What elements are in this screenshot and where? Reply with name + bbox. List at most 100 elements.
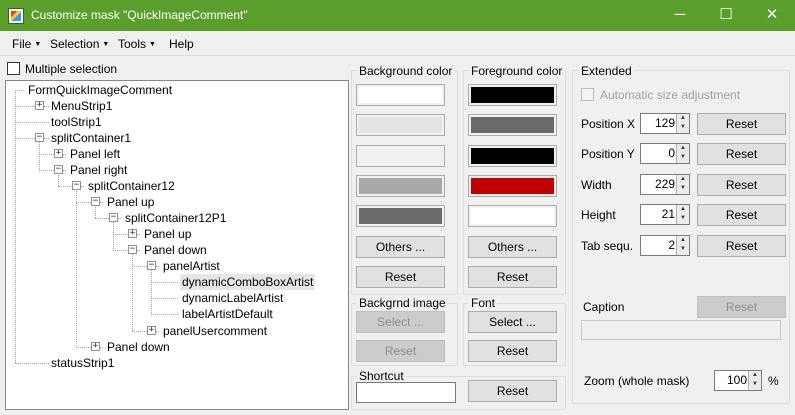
spin-buttons[interactable]: ▲ ▼ [676,205,689,224]
spin-up-icon[interactable]: ▲ [677,144,689,153]
window-title: Customize mask "QuickImageComment" [31,8,248,22]
tree-node[interactable]: Panel down [105,339,172,355]
foreground-swatch[interactable] [468,114,557,136]
height-stepper[interactable]: 21 ▲ ▼ [640,204,690,225]
spin-up-icon[interactable]: ▲ [749,371,761,380]
maximize-button[interactable]: ☐ [703,0,749,31]
tree-line [15,90,24,91]
close-button[interactable]: ✕ [749,0,795,31]
tree-node[interactable]: splitContainer1 [49,130,133,146]
shortcut-input[interactable] [356,382,456,403]
foreground-swatch[interactable] [468,84,557,106]
foreground-swatch[interactable] [468,145,557,167]
spin-down-icon[interactable]: ▼ [677,153,689,162]
tree-collapse-icon[interactable]: − [147,261,156,270]
tree-collapse-icon[interactable]: − [35,133,44,142]
background-image-title: Backgrnd image [357,296,448,310]
menu-help[interactable]: Help [169,37,194,51]
foreground-reset-button[interactable]: Reset [468,266,557,288]
spin-up-icon[interactable]: ▲ [677,175,689,184]
multiple-selection-label: Multiple selection [25,62,118,76]
background-image-reset-button[interactable]: Reset [356,340,445,362]
menu-file[interactable]: File ▼ [12,37,41,51]
spin-up-icon[interactable]: ▲ [677,114,689,123]
minimize-button[interactable]: ─ [657,0,703,31]
tree-expand-icon[interactable]: + [128,229,137,238]
spin-down-icon[interactable]: ▼ [677,245,689,254]
background-swatch[interactable] [356,84,445,106]
background-swatch[interactable] [356,175,445,197]
spin-down-icon[interactable]: ▼ [677,123,689,132]
position-x-reset-button[interactable]: Reset [697,113,786,135]
spin-buttons[interactable]: ▲ ▼ [676,144,689,163]
tree-node[interactable]: splitContainer12P1 [123,210,228,226]
tree-node[interactable]: FormQuickImageComment [26,82,174,98]
position-y-stepper[interactable]: 0 ▲ ▼ [640,143,690,164]
tree-collapse-icon[interactable]: − [54,165,63,174]
foreground-others-button[interactable]: Others ... [468,236,557,258]
tree-node[interactable]: panelUsercomment [161,323,269,339]
tab-sequence-label: Tab sequ. [581,239,634,253]
shortcut-reset-button[interactable]: Reset [468,380,557,402]
multiple-selection-checkbox[interactable] [7,62,20,75]
tree-node-selected[interactable]: dynamicComboBoxArtist [180,274,316,290]
spin-down-icon[interactable]: ▼ [749,380,761,389]
control-tree[interactable]: + − + − − − − + − − + + FormQuickImageCo… [5,80,349,410]
tree-expand-icon[interactable]: + [147,326,156,335]
tree-node[interactable]: MenuStrip1 [49,98,114,114]
tree-node[interactable]: dynamicLabelArtist [180,290,285,306]
position-x-stepper[interactable]: 129 ▲ ▼ [640,113,690,134]
background-swatch[interactable] [356,205,445,227]
tree-expand-icon[interactable]: + [54,149,63,158]
menu-selection[interactable]: Selection ▼ [50,37,109,51]
tree-node[interactable]: statusStrip1 [49,355,116,371]
height-reset-button[interactable]: Reset [697,204,786,226]
tree-node[interactable]: panelArtist [161,258,222,274]
tree-node[interactable]: toolStrip1 [49,114,104,130]
tree-collapse-icon[interactable]: − [91,197,100,206]
font-reset-button[interactable]: Reset [468,340,557,362]
tree-node[interactable]: Panel right [68,162,129,178]
tree-node[interactable]: labelArtistDefault [180,306,275,322]
spin-buttons[interactable]: ▲ ▼ [676,114,689,133]
position-y-reset-button[interactable]: Reset [697,143,786,165]
caption-input[interactable] [581,320,781,340]
zoom-stepper[interactable]: 100 ▲ ▼ [714,370,762,391]
tree-expand-icon[interactable]: + [35,101,44,110]
foreground-swatch[interactable] [468,175,557,197]
foreground-swatch[interactable] [468,205,557,227]
spin-buttons[interactable]: ▲ ▼ [748,371,761,390]
spin-up-icon[interactable]: ▲ [677,205,689,214]
tree-node[interactable]: Panel up [105,194,156,210]
menu-tools[interactable]: Tools ▼ [118,37,156,51]
swatch-fill [359,178,442,194]
background-image-select-button[interactable]: Select ... [356,311,445,333]
auto-size-checkbox[interactable] [581,88,594,101]
tree-collapse-icon[interactable]: − [72,181,81,190]
spin-down-icon[interactable]: ▼ [677,214,689,223]
auto-size-label: Automatic size adjustment [600,88,741,102]
spin-buttons[interactable]: ▲ ▼ [676,175,689,194]
tree-node[interactable]: Panel up [142,226,193,242]
background-swatch[interactable] [356,114,445,136]
tab-sequence-stepper[interactable]: 2 ▲ ▼ [640,235,690,256]
background-others-button[interactable]: Others ... [356,236,445,258]
width-stepper[interactable]: 229 ▲ ▼ [640,174,690,195]
tree-node[interactable]: Panel left [68,146,122,162]
width-reset-button[interactable]: Reset [697,174,786,196]
spin-down-icon[interactable]: ▼ [677,184,689,193]
tree-node[interactable]: Panel down [142,242,209,258]
spin-up-icon[interactable]: ▲ [677,236,689,245]
font-select-button[interactable]: Select ... [468,311,557,333]
tree-node[interactable]: splitContainer12 [86,178,177,194]
background-swatch[interactable] [356,145,445,167]
spin-buttons[interactable]: ▲ ▼ [676,236,689,255]
background-reset-button[interactable]: Reset [356,266,445,288]
swatch-fill [471,148,554,164]
tab-sequence-reset-button[interactable]: Reset [697,235,786,257]
position-x-value: 129 [654,116,675,130]
tree-collapse-icon[interactable]: − [128,245,137,254]
tree-expand-icon[interactable]: + [91,342,100,351]
caption-reset-button[interactable]: Reset [697,296,786,318]
tree-collapse-icon[interactable]: − [109,213,118,222]
